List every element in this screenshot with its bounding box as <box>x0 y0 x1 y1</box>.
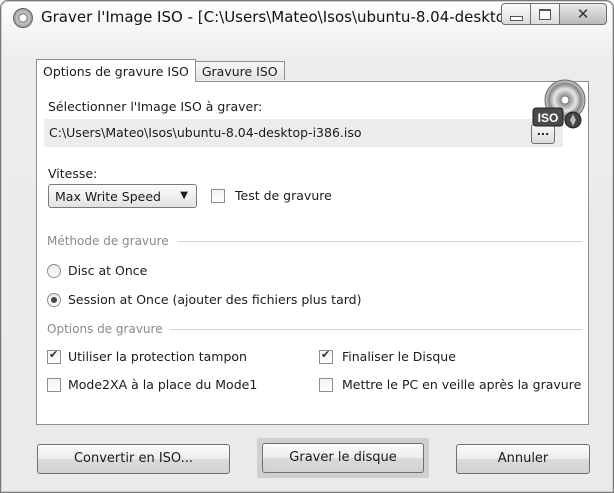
window-title: Graver l'Image ISO - [C:\Users\Mateo\Iso… <box>41 8 529 26</box>
burn-disc-button[interactable]: Graver le disque <box>262 443 424 473</box>
options-divider <box>169 329 582 330</box>
speed-select-value: Max Write Speed <box>55 189 161 204</box>
burn-iso-window: Graver l'Image ISO - [C:\Users\Mateo\Iso… <box>0 0 614 493</box>
iso-path-field[interactable]: C:\Users\Mateo\Isos\ubuntu-8.04-desktop-… <box>44 119 563 147</box>
iso-disc-icon: ISO <box>532 79 586 129</box>
chevron-down-icon: ▼ <box>180 190 188 201</box>
window-controls: ✕ <box>501 3 607 25</box>
buffer-protection-label: Utiliser la protection tampon <box>68 349 247 364</box>
title-bar: Graver l'Image ISO - [C:\Users\Mateo\Iso… <box>1 1 613 35</box>
iso-path-value: C:\Users\Mateo\Isos\ubuntu-8.04-desktop-… <box>49 125 362 140</box>
tab-burn-options[interactable]: Options de gravure ISO <box>36 59 196 82</box>
sleep-after-burn-label: Mettre le PC en veille après la gravure <box>342 377 582 392</box>
test-burn-label: Test de gravure <box>235 188 332 203</box>
sleep-after-burn-checkbox[interactable] <box>319 378 333 392</box>
iso-select-label: Sélectionner l'Image ISO à graver: <box>48 99 263 114</box>
options-panel: Sélectionner l'Image ISO à graver: C:\Us… <box>36 79 589 425</box>
minimize-icon <box>509 15 523 21</box>
close-button[interactable]: ✕ <box>560 3 607 25</box>
convert-to-iso-button[interactable]: Convertir en ISO... <box>37 444 230 474</box>
mode2xa-checkbox[interactable] <box>47 378 61 392</box>
iso-icon-text: ISO <box>538 111 559 125</box>
buffer-protection-checkbox[interactable] <box>47 348 61 364</box>
tab-strip: Options de gravure ISO Gravure ISO <box>36 59 285 82</box>
maximize-icon <box>539 8 551 20</box>
test-burn-checkbox[interactable] <box>211 189 225 203</box>
finalize-disc-checkbox[interactable] <box>319 348 333 364</box>
options-group-title: Options de gravure <box>47 322 163 336</box>
method-divider <box>177 241 582 242</box>
session-at-once-label: Session at Once (ajouter des fichiers pl… <box>68 292 362 307</box>
radio-session-at-once[interactable] <box>47 293 61 307</box>
app-disc-icon <box>13 8 33 28</box>
mode2xa-label: Mode2XA à la place du Mode1 <box>68 377 258 392</box>
speed-label: Vitesse: <box>48 166 98 181</box>
finalize-disc-label: Finaliser le Disque <box>342 349 456 364</box>
disc-at-once-label: Disc at Once <box>68 263 148 278</box>
maximize-button[interactable] <box>531 3 560 25</box>
tab-burn-iso[interactable]: Gravure ISO <box>194 61 285 80</box>
speed-select[interactable]: Max Write Speed ▼ <box>48 184 197 208</box>
close-icon: ✕ <box>576 5 590 23</box>
minimize-button[interactable] <box>501 3 531 25</box>
radio-disc-at-once[interactable] <box>47 264 61 278</box>
method-group-title: Méthode de gravure <box>47 234 169 248</box>
cancel-button[interactable]: Annuler <box>456 444 590 474</box>
